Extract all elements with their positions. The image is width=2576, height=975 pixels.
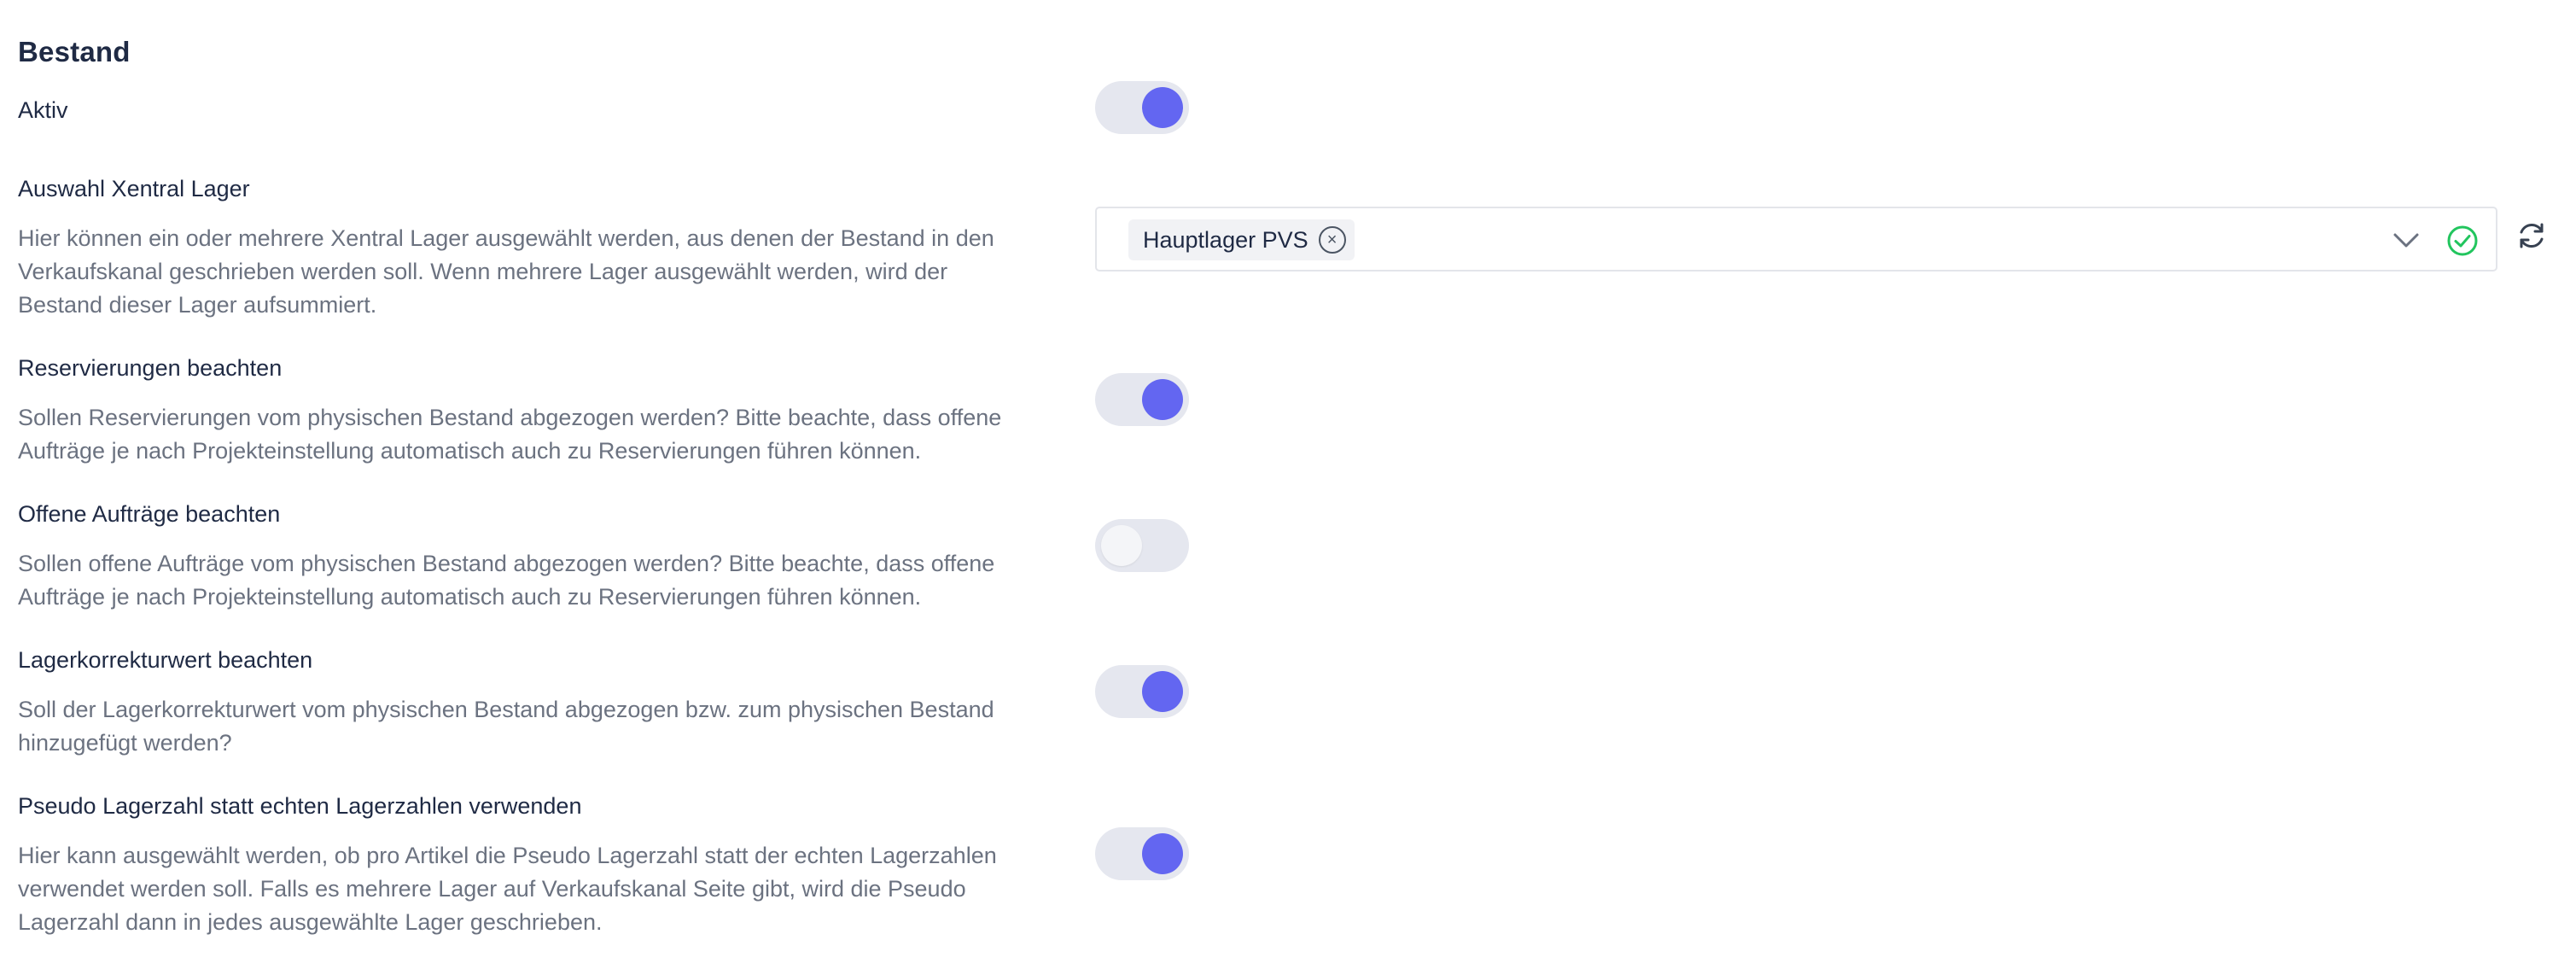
description-line: Verkaufskanal geschrieben werden soll. W… [18, 259, 948, 284]
label-lager-auswahl: Auswahl Xentral Lager [18, 176, 250, 201]
chip-label: Hauptlager PVS [1143, 226, 1308, 253]
chevron-down-icon[interactable] [2392, 227, 2421, 253]
label-offene-auftraege: Offene Aufträge beachten [18, 501, 281, 527]
description-line: Hier können ein oder mehrere Xentral Lag… [18, 225, 994, 251]
toggle-knob [1142, 671, 1183, 712]
toggle-knob [1142, 379, 1183, 420]
toggle-pseudo-lagerzahl[interactable] [1095, 827, 1189, 880]
description-line: hinzugefügt werden? [18, 730, 232, 756]
toggle-lagerkorrekturwert[interactable] [1095, 665, 1189, 718]
settings-page: Bestand Aktiv Auswahl Xentral Lager Hier… [0, 0, 2576, 975]
label-lagerkorrekturwert: Lagerkorrekturwert beachten [18, 647, 313, 673]
close-circle-icon[interactable]: × [1318, 226, 1346, 254]
description-line: Hier kann ausgewählt werden, ob pro Arti… [18, 843, 997, 868]
description-line: Aufträge je nach Projekteinstellung auto… [18, 584, 922, 610]
description-lagerkorrekturwert: Soll der Lagerkorrekturwert vom physisch… [18, 693, 1042, 760]
description-line: Soll der Lagerkorrekturwert vom physisch… [18, 697, 994, 722]
label-reservierungen: Reservierungen beachten [18, 355, 283, 381]
label-pseudo-lagerzahl: Pseudo Lagerzahl statt echten Lagerzahle… [18, 793, 582, 819]
description-line: Sollen offene Aufträge vom physischen Be… [18, 551, 995, 576]
description-line: Sollen Reservierungen vom physischen Bes… [18, 405, 1002, 430]
description-offene-auftraege: Sollen offene Aufträge vom physischen Be… [18, 547, 1042, 614]
lager-multiselect[interactable]: Hauptlager PVS × [1095, 207, 2497, 271]
refresh-icon[interactable] [2515, 219, 2548, 252]
label-aktiv: Aktiv [18, 97, 68, 123]
selected-chip-hauptlager: Hauptlager PVS × [1128, 219, 1355, 260]
toggle-knob [1101, 525, 1142, 566]
description-lager-auswahl: Hier können ein oder mehrere Xentral Lag… [18, 222, 1042, 322]
description-line: verwendet werden soll. Falls es mehrere … [18, 876, 966, 902]
toggle-reservierungen[interactable] [1095, 373, 1189, 426]
toggle-knob [1142, 87, 1183, 128]
description-line: Bestand dieser Lager aufsummiert. [18, 292, 377, 318]
toggle-aktiv[interactable] [1095, 81, 1189, 134]
description-line: Lagerzahl dann in jedes ausgewählte Lage… [18, 909, 603, 935]
description-line: Aufträge je nach Projekteinstellung auto… [18, 438, 922, 464]
check-circle-icon [2447, 225, 2478, 256]
toggle-offene-auftraege[interactable] [1095, 519, 1189, 572]
section-title: Bestand [18, 36, 131, 67]
toggle-knob [1142, 833, 1183, 874]
description-pseudo-lagerzahl: Hier kann ausgewählt werden, ob pro Arti… [18, 839, 1042, 939]
description-reservierungen: Sollen Reservierungen vom physischen Bes… [18, 401, 1042, 468]
